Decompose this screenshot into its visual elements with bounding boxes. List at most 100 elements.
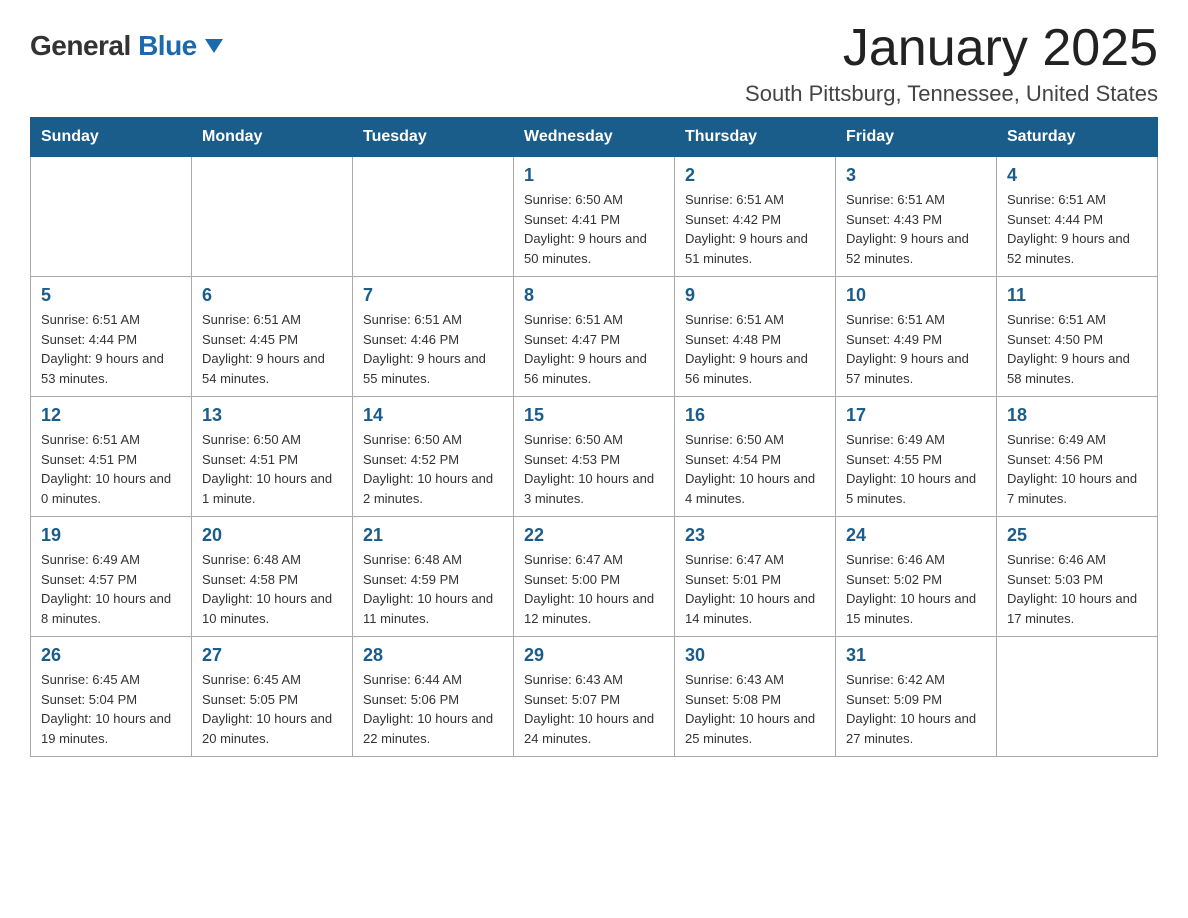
logo-text-blue: Blue — [131, 30, 223, 61]
calendar-week-row: 12 Sunrise: 6:51 AM Sunset: 4:51 PM Dayli… — [31, 397, 1158, 517]
calendar-cell: 22Sunrise: 6:47 AM Sunset: 5:00 PM Dayli… — [514, 517, 675, 637]
day-number: 1 — [524, 165, 664, 186]
day-number: 6 — [202, 285, 342, 306]
day-info: Sunrise: 6:51 AM Sunset: 4:46 PM Dayligh… — [363, 310, 503, 388]
calendar-cell: 5 Sunrise: 6:51 AM Sunset: 4:44 PM Daylig… — [31, 277, 192, 397]
day-info: Sunrise: 6:51 AM Sunset: 4:44 PM Dayligh… — [1007, 190, 1147, 268]
day-info: Sunrise: 6:49 AM Sunset: 4:57 PM Dayligh… — [41, 550, 181, 628]
day-info: Sunrise: 6:47 AM Sunset: 5:00 PM Dayligh… — [524, 550, 664, 628]
calendar-week-row: 26 Sunrise: 6:45 AM Sunset: 5:04 PM Dayli… — [31, 637, 1158, 757]
calendar-header: SundayMondayTuesdayWednesdayThursdayFrid… — [31, 118, 1158, 157]
day-number: 19 — [41, 525, 181, 546]
day-number: 31 — [846, 645, 986, 666]
logo-text-general: General — [30, 30, 131, 61]
day-info: Sunrise: 6:51 AM Sunset: 4:43 PM Dayligh… — [846, 190, 986, 268]
calendar-cell: 23 Sunrise: 6:47 AM Sunset: 5:01 PM Dayli… — [675, 517, 836, 637]
weekday-header-tuesday: Tuesday — [353, 118, 514, 157]
calendar-cell: 25 Sunrise: 6:46 AM Sunset: 5:03 PM Dayli… — [997, 517, 1158, 637]
calendar-cell — [192, 157, 353, 277]
calendar-cell: 21Sunrise: 6:48 AM Sunset: 4:59 PM Dayli… — [353, 517, 514, 637]
day-number: 28 — [363, 645, 503, 666]
calendar-cell: 2Sunrise: 6:51 AM Sunset: 4:42 PM Daylig… — [675, 157, 836, 277]
calendar-cell: 8 Sunrise: 6:51 AM Sunset: 4:47 PM Daylig… — [514, 277, 675, 397]
day-info: Sunrise: 6:51 AM Sunset: 4:45 PM Dayligh… — [202, 310, 342, 388]
weekday-header-row: SundayMondayTuesdayWednesdayThursdayFrid… — [31, 118, 1158, 157]
calendar-cell: 6 Sunrise: 6:51 AM Sunset: 4:45 PM Daylig… — [192, 277, 353, 397]
calendar-cell: 1 Sunrise: 6:50 AM Sunset: 4:41 PM Daylig… — [514, 157, 675, 277]
day-number: 12 — [41, 405, 181, 426]
logo-triangle-icon — [205, 39, 223, 53]
title-area: January 2025 South Pittsburg, Tennessee,… — [745, 20, 1158, 107]
day-number: 3 — [846, 165, 986, 186]
day-info: Sunrise: 6:45 AM Sunset: 5:04 PM Dayligh… — [41, 670, 181, 748]
calendar-cell: 24Sunrise: 6:46 AM Sunset: 5:02 PM Dayli… — [836, 517, 997, 637]
calendar-cell: 28 Sunrise: 6:44 AM Sunset: 5:06 PM Dayli… — [353, 637, 514, 757]
day-info: Sunrise: 6:50 AM Sunset: 4:54 PM Dayligh… — [685, 430, 825, 508]
day-number: 24 — [846, 525, 986, 546]
calendar-cell: 17 Sunrise: 6:49 AM Sunset: 4:55 PM Dayli… — [836, 397, 997, 517]
day-info: Sunrise: 6:51 AM Sunset: 4:44 PM Dayligh… — [41, 310, 181, 388]
day-number: 30 — [685, 645, 825, 666]
day-number: 17 — [846, 405, 986, 426]
weekday-header-wednesday: Wednesday — [514, 118, 675, 157]
calendar-cell: 18 Sunrise: 6:49 AM Sunset: 4:56 PM Dayli… — [997, 397, 1158, 517]
day-info: Sunrise: 6:42 AM Sunset: 5:09 PM Dayligh… — [846, 670, 986, 748]
day-number: 20 — [202, 525, 342, 546]
day-info: Sunrise: 6:50 AM Sunset: 4:41 PM Dayligh… — [524, 190, 664, 268]
day-number: 11 — [1007, 285, 1147, 306]
weekday-header-sunday: Sunday — [31, 118, 192, 157]
day-info: Sunrise: 6:49 AM Sunset: 4:56 PM Dayligh… — [1007, 430, 1147, 508]
day-number: 13 — [202, 405, 342, 426]
day-info: Sunrise: 6:47 AM Sunset: 5:01 PM Dayligh… — [685, 550, 825, 628]
day-number: 4 — [1007, 165, 1147, 186]
day-info: Sunrise: 6:43 AM Sunset: 5:08 PM Dayligh… — [685, 670, 825, 748]
day-number: 14 — [363, 405, 503, 426]
day-info: Sunrise: 6:51 AM Sunset: 4:47 PM Dayligh… — [524, 310, 664, 388]
day-number: 15 — [524, 405, 664, 426]
weekday-header-friday: Friday — [836, 118, 997, 157]
weekday-header-monday: Monday — [192, 118, 353, 157]
day-number: 5 — [41, 285, 181, 306]
calendar-cell — [31, 157, 192, 277]
day-info: Sunrise: 6:50 AM Sunset: 4:52 PM Dayligh… — [363, 430, 503, 508]
day-number: 16 — [685, 405, 825, 426]
calendar-cell: 16 Sunrise: 6:50 AM Sunset: 4:54 PM Dayli… — [675, 397, 836, 517]
calendar-cell: 26 Sunrise: 6:45 AM Sunset: 5:04 PM Dayli… — [31, 637, 192, 757]
calendar-cell: 3 Sunrise: 6:51 AM Sunset: 4:43 PM Daylig… — [836, 157, 997, 277]
day-info: Sunrise: 6:46 AM Sunset: 5:03 PM Dayligh… — [1007, 550, 1147, 628]
calendar-table: SundayMondayTuesdayWednesdayThursdayFrid… — [30, 117, 1158, 757]
day-number: 10 — [846, 285, 986, 306]
day-info: Sunrise: 6:51 AM Sunset: 4:48 PM Dayligh… — [685, 310, 825, 388]
day-info: Sunrise: 6:48 AM Sunset: 4:59 PM Dayligh… — [363, 550, 503, 628]
day-info: Sunrise: 6:51 AM Sunset: 4:51 PM Dayligh… — [41, 430, 181, 508]
day-info: Sunrise: 6:43 AM Sunset: 5:07 PM Dayligh… — [524, 670, 664, 748]
weekday-header-saturday: Saturday — [997, 118, 1158, 157]
calendar-cell: 7Sunrise: 6:51 AM Sunset: 4:46 PM Daylig… — [353, 277, 514, 397]
day-info: Sunrise: 6:50 AM Sunset: 4:51 PM Dayligh… — [202, 430, 342, 508]
day-info: Sunrise: 6:51 AM Sunset: 4:50 PM Dayligh… — [1007, 310, 1147, 388]
day-number: 18 — [1007, 405, 1147, 426]
calendar-cell — [997, 637, 1158, 757]
day-number: 23 — [685, 525, 825, 546]
day-number: 29 — [524, 645, 664, 666]
day-number: 8 — [524, 285, 664, 306]
day-number: 26 — [41, 645, 181, 666]
calendar-cell: 4 Sunrise: 6:51 AM Sunset: 4:44 PM Daylig… — [997, 157, 1158, 277]
calendar-cell: 11 Sunrise: 6:51 AM Sunset: 4:50 PM Dayli… — [997, 277, 1158, 397]
calendar-cell: 13 Sunrise: 6:50 AM Sunset: 4:51 PM Dayli… — [192, 397, 353, 517]
day-number: 2 — [685, 165, 825, 186]
calendar-week-row: 5 Sunrise: 6:51 AM Sunset: 4:44 PM Daylig… — [31, 277, 1158, 397]
calendar-cell: 12 Sunrise: 6:51 AM Sunset: 4:51 PM Dayli… — [31, 397, 192, 517]
day-number: 27 — [202, 645, 342, 666]
calendar-cell: 10Sunrise: 6:51 AM Sunset: 4:49 PM Dayli… — [836, 277, 997, 397]
calendar-week-row: 1 Sunrise: 6:50 AM Sunset: 4:41 PM Daylig… — [31, 157, 1158, 277]
calendar-week-row: 19 Sunrise: 6:49 AM Sunset: 4:57 PM Dayli… — [31, 517, 1158, 637]
day-number: 25 — [1007, 525, 1147, 546]
calendar-body: 1 Sunrise: 6:50 AM Sunset: 4:41 PM Daylig… — [31, 157, 1158, 757]
day-info: Sunrise: 6:44 AM Sunset: 5:06 PM Dayligh… — [363, 670, 503, 748]
calendar-cell: 15Sunrise: 6:50 AM Sunset: 4:53 PM Dayli… — [514, 397, 675, 517]
page-header: General Blue January 2025 South Pittsbur… — [30, 20, 1158, 107]
calendar-cell: 27Sunrise: 6:45 AM Sunset: 5:05 PM Dayli… — [192, 637, 353, 757]
day-info: Sunrise: 6:49 AM Sunset: 4:55 PM Dayligh… — [846, 430, 986, 508]
calendar-cell: 30 Sunrise: 6:43 AM Sunset: 5:08 PM Dayli… — [675, 637, 836, 757]
